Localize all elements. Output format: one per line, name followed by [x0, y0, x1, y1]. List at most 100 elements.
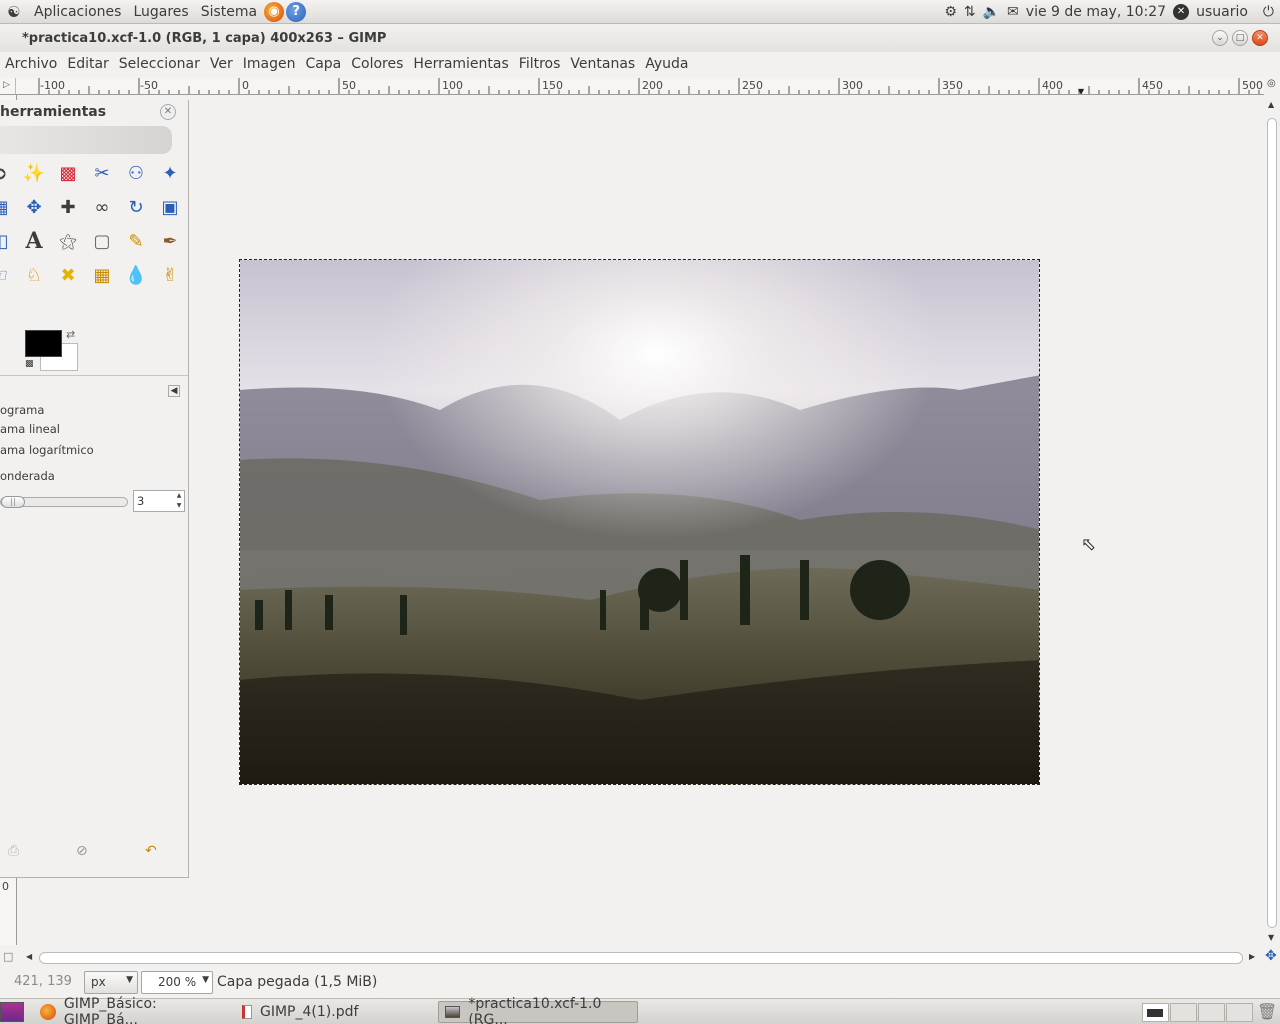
- workspace-1[interactable]: [1142, 1003, 1169, 1022]
- crop-tool-icon[interactable]: ✚: [51, 190, 85, 224]
- move-tool-icon[interactable]: ✥: [17, 190, 51, 224]
- firefox-icon[interactable]: ◉: [264, 1, 285, 22]
- workspace-4[interactable]: [1226, 1003, 1253, 1022]
- zoom-selector[interactable]: 200 % ▼: [141, 971, 213, 994]
- places-menu[interactable]: Lugares: [127, 4, 194, 20]
- spin-arrows-icon[interactable]: ▲ ▼: [174, 491, 184, 511]
- weighted-option[interactable]: onderada: [0, 469, 55, 483]
- dock-menu-icon[interactable]: ◀: [168, 385, 180, 397]
- scroll-left-icon[interactable]: ◀: [26, 952, 32, 961]
- network-icon[interactable]: ⇅: [964, 4, 976, 20]
- reset-options-icon[interactable]: ↶: [145, 843, 157, 859]
- help-icon[interactable]: ?: [286, 1, 307, 22]
- radius-slider[interactable]: ||: [0, 496, 128, 508]
- workspace-3[interactable]: [1198, 1003, 1225, 1022]
- user-menu[interactable]: usuario: [1196, 4, 1248, 20]
- menu-ayuda[interactable]: Ayuda: [640, 56, 693, 72]
- scroll-down-icon[interactable]: ▼: [1268, 933, 1274, 942]
- ruler-label: 500: [1242, 79, 1263, 92]
- menu-ver[interactable]: Ver: [205, 56, 238, 72]
- horizontal-ruler[interactable]: -100 -50 0 50 100 150 200 250 300 350 40…: [16, 78, 1264, 95]
- taskbar-item-firefox[interactable]: GIMP_Básico: GIMP_Bá...: [34, 996, 234, 1024]
- airbrush-tool-icon[interactable]: ☜: [0, 258, 17, 292]
- scissors-tool-icon[interactable]: ✂: [85, 156, 119, 190]
- navigate-icon[interactable]: ✥: [1265, 948, 1277, 964]
- pdf-document-icon: [242, 1005, 252, 1019]
- paths-tool-icon[interactable]: ✦: [153, 156, 187, 190]
- delete-options-icon[interactable]: ⊘: [76, 843, 88, 859]
- menu-archivo[interactable]: Archivo: [0, 56, 62, 72]
- radius-spinbox[interactable]: 3 ▲ ▼: [133, 490, 185, 512]
- clone-tool-icon[interactable]: ♘: [17, 258, 51, 292]
- clock[interactable]: vie 9 de may, 10:27: [1026, 4, 1166, 20]
- trash-icon[interactable]: 🗑: [1257, 1002, 1277, 1021]
- vertical-scroll-thumb[interactable]: [1267, 118, 1277, 928]
- text-tool-icon[interactable]: A: [17, 224, 51, 258]
- navigate-icon-left[interactable]: □: [3, 950, 13, 963]
- workspace-2[interactable]: [1170, 1003, 1197, 1022]
- foreground-color-swatch-top[interactable]: [25, 330, 62, 357]
- align-tool-icon[interactable]: ▦: [0, 190, 17, 224]
- ruler-pointer-marker: ▼: [1078, 87, 1085, 95]
- measure-tool-icon[interactable]: ∞: [85, 190, 119, 224]
- save-options-icon[interactable]: ⎙: [8, 843, 19, 859]
- perspective-clone-tool-icon[interactable]: ▦: [85, 258, 119, 292]
- quick-mask-corner[interactable]: ▷: [0, 78, 16, 95]
- scale-tool-icon[interactable]: ▣: [153, 190, 187, 224]
- flip-tool-icon[interactable]: ◫: [0, 224, 17, 258]
- menu-seleccionar[interactable]: Seleccionar: [114, 56, 205, 72]
- paintbrush-tool-icon[interactable]: ✒: [153, 224, 187, 258]
- blur-tool-icon[interactable]: 💧: [119, 258, 153, 292]
- default-colors-icon[interactable]: ▩: [25, 359, 35, 369]
- minimize-button[interactable]: ⌄: [1212, 30, 1228, 46]
- scroll-up-icon[interactable]: ▲: [1268, 100, 1274, 109]
- unit-selector[interactable]: px ▼: [84, 971, 138, 994]
- pencil-tool-icon[interactable]: ✎: [119, 224, 153, 258]
- rotate-tool-icon[interactable]: ↻: [119, 190, 153, 224]
- taskbar-item-pdf[interactable]: GIMP_4(1).pdf: [236, 1001, 436, 1023]
- system-menu[interactable]: Sistema: [195, 4, 263, 20]
- horizontal-scrollbar[interactable]: □ ◀ ▶ ✥: [0, 948, 1280, 968]
- smudge-tool-icon[interactable]: ✌: [153, 258, 187, 292]
- power-icon[interactable]: ⏻: [1263, 4, 1274, 20]
- logarithmic-histogram-option[interactable]: ama logarítmico: [0, 443, 94, 457]
- taskbar-item-gimp[interactable]: *practica10.xcf-1.0 (RG...: [438, 996, 638, 1024]
- menu-filtros[interactable]: Filtros: [514, 56, 566, 72]
- window-title-bar[interactable]: *practica10.xcf-1.0 (RGB, 1 capa) 400x26…: [0, 24, 1280, 52]
- radius-slider-knob[interactable]: ||: [1, 496, 25, 508]
- image-canvas[interactable]: [239, 259, 1040, 785]
- volume-icon[interactable]: 🔈: [983, 4, 1000, 20]
- foreground-select-tool-icon[interactable]: ⚇: [119, 156, 153, 190]
- vertical-scrollbar[interactable]: ◎ ▲ ▼: [1264, 78, 1280, 945]
- close-button[interactable]: ✕: [1252, 30, 1268, 46]
- fuzzy-select-tool-icon[interactable]: ✨: [17, 156, 51, 190]
- menu-herramientas[interactable]: Herramientas: [408, 56, 513, 72]
- bucket-fill-tool-icon[interactable]: ⚝: [51, 224, 85, 258]
- network-users-icon[interactable]: ⚙: [944, 4, 957, 20]
- menu-capa[interactable]: Capa: [300, 56, 346, 72]
- scroll-right-icon[interactable]: ▶: [1249, 952, 1255, 961]
- user-status-icon[interactable]: ✕: [1173, 4, 1190, 20]
- horizontal-scroll-thumb[interactable]: [39, 952, 1243, 964]
- menu-ventanas[interactable]: Ventanas: [565, 56, 640, 72]
- swap-colors-icon[interactable]: ⇄: [66, 328, 75, 341]
- menu-editar[interactable]: Editar: [62, 56, 113, 72]
- blend-tool-icon[interactable]: ▢: [85, 224, 119, 258]
- ubuntu-logo-icon[interactable]: ☯: [0, 3, 28, 21]
- select-by-color-tool-icon[interactable]: ▩: [51, 156, 85, 190]
- chevron-down-icon: ▼: [202, 975, 209, 985]
- menu-imagen[interactable]: Imagen: [238, 56, 301, 72]
- mail-icon[interactable]: ✉: [1007, 4, 1019, 20]
- histogram-option[interactable]: ograma: [0, 403, 44, 417]
- toolbox-close-icon[interactable]: ✕: [160, 104, 176, 120]
- maximize-button[interactable]: □: [1232, 30, 1248, 46]
- heal-tool-icon[interactable]: ✖: [51, 258, 85, 292]
- zoom-value: 200 %: [158, 975, 197, 989]
- show-desktop-icon[interactable]: [0, 1002, 24, 1022]
- ruler-label: 50: [342, 79, 356, 92]
- linear-histogram-option[interactable]: ama lineal: [0, 422, 60, 436]
- lasso-tool-icon[interactable]: ➲: [0, 156, 17, 190]
- menu-colores[interactable]: Colores: [346, 56, 408, 72]
- applications-menu[interactable]: Aplicaciones: [28, 4, 127, 20]
- zoom-fit-icon[interactable]: ◎: [1267, 78, 1276, 89]
